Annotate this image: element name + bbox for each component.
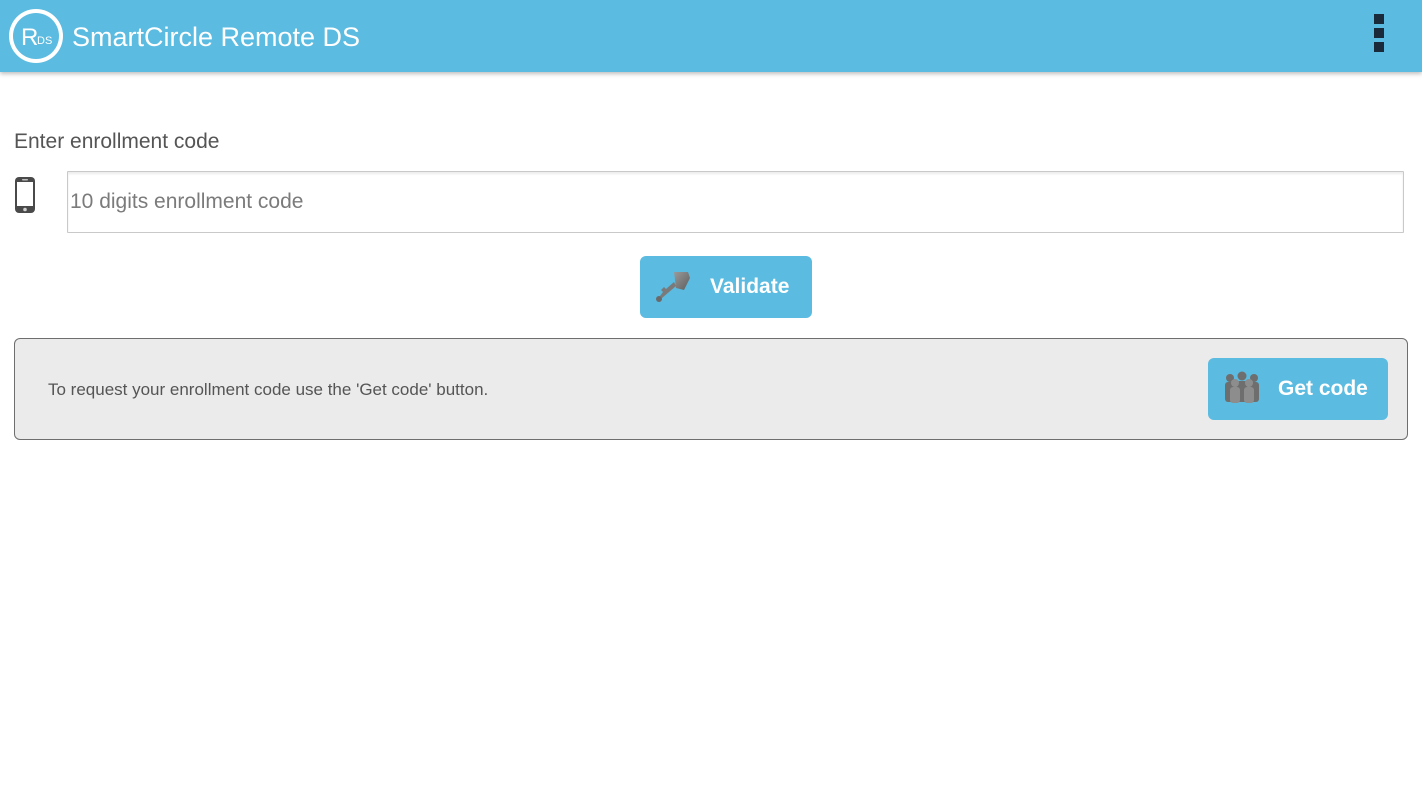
svg-text:DS: DS bbox=[37, 35, 52, 47]
app-logo-icon: R DS bbox=[9, 9, 63, 63]
people-group-icon bbox=[1225, 371, 1259, 403]
get-code-instructions: To request your enrollment code use the … bbox=[48, 380, 489, 399]
get-code-panel: To request your enrollment code use the … bbox=[14, 338, 1408, 440]
smartphone-icon bbox=[15, 177, 35, 213]
get-code-button[interactable]: Get code bbox=[1208, 358, 1388, 420]
validate-button-label: Validate bbox=[710, 275, 790, 298]
svg-text:R: R bbox=[21, 24, 38, 51]
enrollment-code-label: Enter enrollment code bbox=[14, 130, 220, 153]
validate-button[interactable]: Validate bbox=[640, 256, 812, 318]
app-bar: R DS SmartCircle Remote DS bbox=[0, 0, 1422, 72]
app-title: SmartCircle Remote DS bbox=[72, 22, 361, 52]
overflow-menu-icon[interactable] bbox=[1366, 10, 1396, 56]
key-icon bbox=[656, 272, 690, 302]
enrollment-code-input[interactable] bbox=[67, 171, 1404, 233]
get-code-button-label: Get code bbox=[1278, 377, 1368, 400]
